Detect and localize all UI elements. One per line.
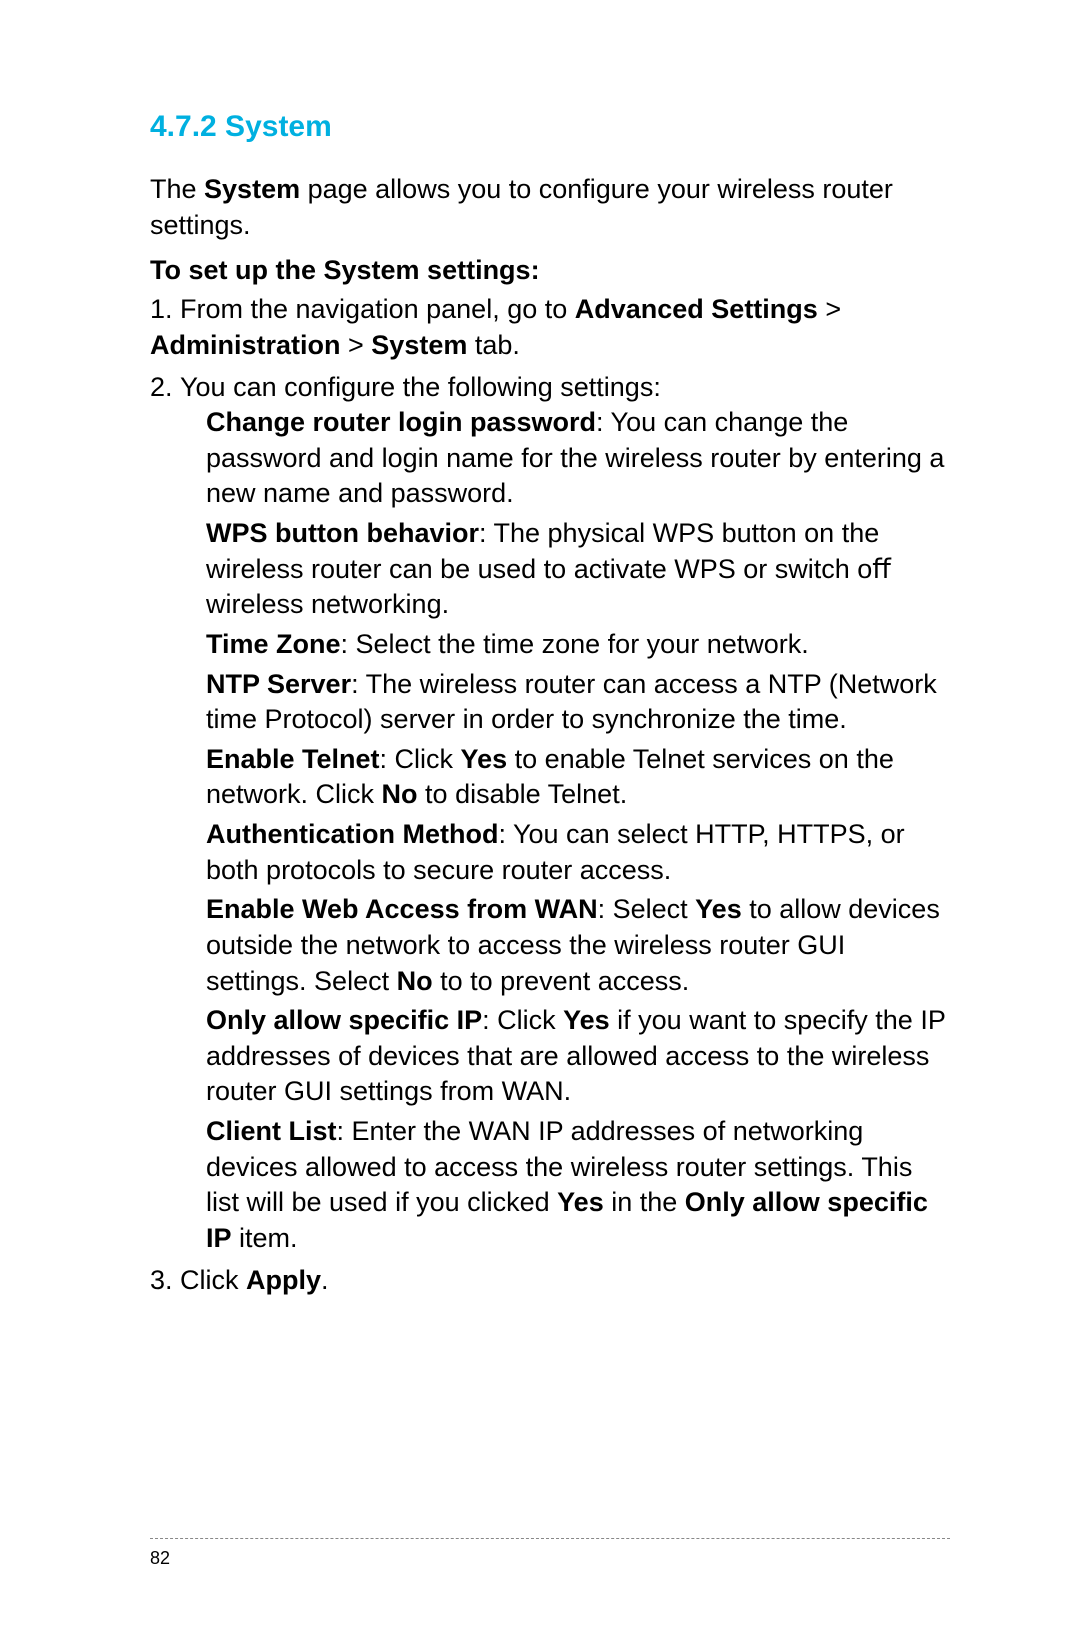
setting-label: Time Zone (206, 629, 341, 659)
setting-item: Authentication Method: You can select HT… (206, 817, 950, 888)
bold-text: Administration (150, 330, 341, 360)
step-2: 2.You can conﬁgure the following setting… (150, 370, 950, 1257)
bold-text: Advanced Settings (575, 294, 818, 324)
setting-label: NTP Server (206, 669, 351, 699)
text: item. (232, 1223, 298, 1253)
text: to to prevent access. (433, 966, 690, 996)
steps-list: 1.From the navigation panel, go to Advan… (150, 292, 950, 1298)
setting-item: Enable Telnet: Click Yes to enable Telne… (206, 742, 950, 813)
text: tab. (467, 330, 520, 360)
step-number: 2. (150, 370, 180, 406)
text: to disable Telnet. (418, 779, 628, 809)
text: You can conﬁgure the following settings: (180, 372, 661, 402)
setting-item: WPS button behavior: The physical WPS bu… (206, 516, 950, 623)
bold-text: System (204, 174, 300, 204)
bold-text: Yes (557, 1187, 604, 1217)
setting-item: Only allow speciﬁc IP: Click Yes if you … (206, 1003, 950, 1110)
setting-label: Only allow speciﬁc IP (206, 1005, 482, 1035)
text: : Select the time zone for your network. (341, 629, 809, 659)
bold-text: Yes (461, 744, 508, 774)
bold-text: No (382, 779, 418, 809)
setting-label: Enable Telnet (206, 744, 380, 774)
text: in the (604, 1187, 685, 1217)
footer-divider (150, 1538, 950, 1539)
step-1: 1.From the navigation panel, go to Advan… (150, 292, 950, 363)
setting-item: Time Zone: Select the time zone for your… (206, 627, 950, 663)
setting-item: NTP Server: The wireless router can acce… (206, 667, 950, 738)
text: > (341, 330, 372, 360)
sub-heading: To set up the System settings: (150, 255, 950, 286)
bold-text: Apply (246, 1265, 321, 1295)
setting-label: Authentication Method (206, 819, 498, 849)
setting-item: Client List: Enter the WAN IP addresses … (206, 1114, 950, 1257)
text: : Click (482, 1005, 563, 1035)
settings-list: Change router login password: You can ch… (150, 405, 950, 1256)
bold-text: Yes (563, 1005, 610, 1035)
step-3: 3.Click Apply. (150, 1263, 950, 1299)
text: From the navigation panel, go to (180, 294, 575, 324)
setting-label: Client List (206, 1116, 337, 1146)
setting-label: Change router login password (206, 407, 596, 437)
bold-text: No (397, 966, 433, 996)
text: The (150, 174, 204, 204)
setting-label: Enable Web Access from WAN (206, 894, 598, 924)
text: Click (180, 1265, 246, 1295)
text: : Click (380, 744, 461, 774)
step-number: 1. (150, 292, 180, 328)
setting-item: Change router login password: You can ch… (206, 405, 950, 512)
bold-text: System (371, 330, 467, 360)
step-number: 3. (150, 1263, 180, 1299)
page-number: 82 (150, 1548, 170, 1569)
text: > (818, 294, 841, 324)
text: : Select (598, 894, 696, 924)
setting-label: WPS button behavior (206, 518, 479, 548)
section-heading: 4.7.2 System (150, 110, 950, 144)
bold-text: Yes (695, 894, 742, 924)
intro-paragraph: The System page allows you to conﬁgure y… (150, 172, 950, 243)
document-page: 4.7.2 System The System page allows you … (0, 0, 1080, 1627)
setting-item: Enable Web Access from WAN: Select Yes t… (206, 892, 950, 999)
text: . (321, 1265, 329, 1295)
